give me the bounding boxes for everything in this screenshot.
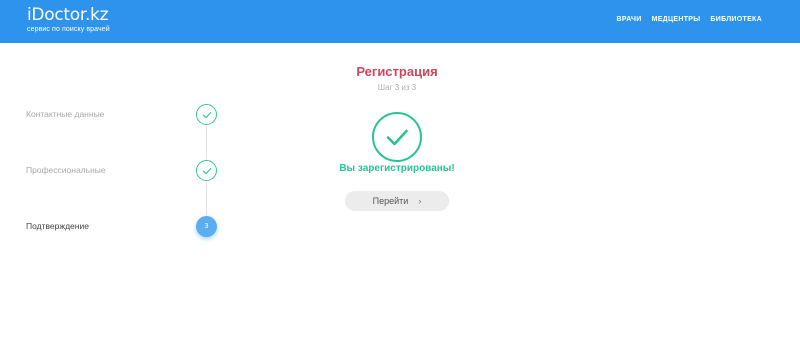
success-message: Вы зарегистрированы! <box>339 163 455 174</box>
chevron-right-icon: › <box>418 196 422 206</box>
continue-button[interactable]: Перейти › <box>345 191 449 211</box>
check-icon <box>202 111 211 118</box>
step-number: 3 <box>204 223 209 230</box>
step-connector <box>206 182 207 215</box>
logo-tagline: сервис по поиску врачей <box>27 26 110 33</box>
main-nav: Врачи Медцентры Библиотека <box>616 16 762 23</box>
step-counter: Шаг 3 из 3 <box>377 83 417 92</box>
step-label-contacts: Контактные данные <box>26 109 105 119</box>
nav-item-library[interactable]: Библиотека <box>710 16 762 23</box>
top-navbar: iDoctor.kz сервис по поиску врачей Врачи… <box>0 0 800 43</box>
nav-item-doctors[interactable]: Врачи <box>616 16 641 23</box>
site-logo[interactable]: iDoctor.kz сервис по поиску врачей <box>27 6 110 34</box>
step-connector <box>206 126 207 159</box>
step-indicator-current: 3 <box>196 216 217 237</box>
continue-button-label: Перейти <box>372 196 409 206</box>
success-badge <box>372 112 422 162</box>
step-indicator-done <box>196 104 217 125</box>
nav-item-medcenters[interactable]: Медцентры <box>652 16 701 23</box>
logo-text: iDoctor.kz <box>27 5 109 25</box>
check-icon <box>386 129 408 146</box>
step-label-confirmation: Подтверждение <box>26 221 89 231</box>
page-title: Регистрация <box>356 64 438 79</box>
